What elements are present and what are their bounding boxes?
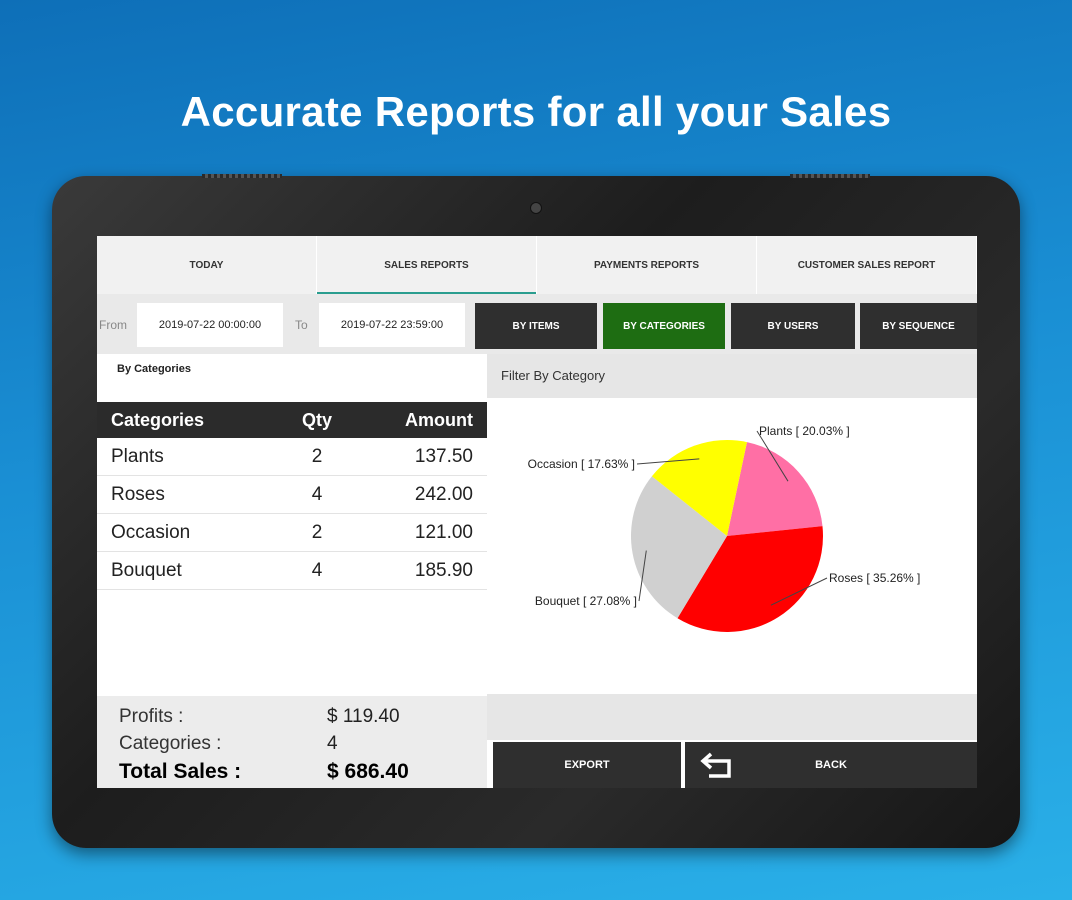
tablet-frame: TODAY SALES REPORTS PAYMENTS REPORTS CUS… <box>52 174 1020 848</box>
chart-footer-band <box>487 694 977 740</box>
table-row[interactable]: Roses 4 242.00 <box>97 476 487 514</box>
chart-filter-title: Filter By Category <box>501 368 606 383</box>
header-qty: Qty <box>301 409 332 430</box>
cell-qty: 2 <box>311 521 323 543</box>
section-title: By Categories <box>117 363 191 375</box>
cell-category: Roses <box>111 483 165 505</box>
cell-amount: 121.00 <box>414 521 473 543</box>
by-users-button[interactable]: BY USERS <box>731 303 855 349</box>
header-amount: Amount <box>405 409 473 430</box>
cell-amount: 185.90 <box>414 559 473 581</box>
total-sales-label: Total Sales : <box>119 760 242 783</box>
profits-label: Profits : <box>119 706 184 727</box>
cell-qty: 4 <box>311 483 323 505</box>
cell-category: Occasion <box>111 521 191 543</box>
pie-label-plants: Plants [ 20.03% ] <box>759 424 850 438</box>
table-header: Categories Qty Amount <box>97 402 487 438</box>
back-label: BACK <box>815 759 847 771</box>
pie-label-occasion: Occasion [ 17.63% ] <box>528 457 635 471</box>
table-row[interactable]: Plants 2 137.50 <box>97 438 487 476</box>
by-categories-button[interactable]: BY CATEGORIES <box>603 303 725 349</box>
back-arrow-icon <box>700 752 731 778</box>
cell-amount: 242.00 <box>414 483 473 505</box>
from-date-field[interactable]: 2019-07-22 00:00:00 <box>137 303 283 347</box>
from-label: From <box>99 318 127 332</box>
headline: Accurate Reports for all your Sales <box>180 88 892 135</box>
cell-qty: 2 <box>311 445 323 467</box>
cell-qty: 4 <box>311 559 323 581</box>
categories-count-label: Categories : <box>119 733 222 754</box>
pie-label-roses: Roses [ 35.26% ] <box>829 571 920 585</box>
table-row[interactable]: Bouquet 4 185.90 <box>97 552 487 590</box>
camera-icon <box>530 202 542 214</box>
speaker-grille <box>202 174 282 178</box>
to-date-field[interactable]: 2019-07-22 23:59:00 <box>319 303 465 347</box>
tab-sales-reports[interactable]: SALES REPORTS <box>317 236 537 294</box>
export-button[interactable]: EXPORT <box>493 742 681 788</box>
tab-payments-reports[interactable]: PAYMENTS REPORTS <box>537 236 757 294</box>
profits-value: $ 119.40 <box>327 706 400 727</box>
pie-label-bouquet: Bouquet [ 27.08% ] <box>535 594 637 608</box>
app-screen: TODAY SALES REPORTS PAYMENTS REPORTS CUS… <box>97 236 977 788</box>
pie-chart: Plants [ 20.03% ] Roses [ 35.26% ] Bouquet… <box>528 424 920 632</box>
categories-count-value: 4 <box>327 733 338 754</box>
cell-category: Bouquet <box>111 559 182 581</box>
tab-customer-sales-report[interactable]: CUSTOMER SALES REPORT <box>757 236 977 294</box>
pie-chart-panel: Plants [ 20.03% ] Roses [ 35.26% ] Bouquet… <box>487 398 977 694</box>
tab-today[interactable]: TODAY <box>97 236 317 294</box>
filter-bar: From 2019-07-22 00:00:00 To 2019-07-22 2… <box>97 294 977 354</box>
cell-category: Plants <box>111 445 164 467</box>
header-categories: Categories <box>111 409 205 430</box>
speaker-grille <box>790 174 870 178</box>
by-items-button[interactable]: BY ITEMS <box>475 303 597 349</box>
categories-table: Categories Qty Amount Plants 2 137.50 Ro… <box>97 402 487 590</box>
chart-filter-header: Filter By Category <box>487 354 977 398</box>
back-button[interactable]: BACK <box>685 742 977 788</box>
cell-amount: 137.50 <box>414 445 473 467</box>
table-row[interactable]: Occasion 2 121.00 <box>97 514 487 552</box>
sales-summary: Profits : $ 119.40 Categories : 4 Total … <box>97 696 487 788</box>
by-sequence-button[interactable]: BY SEQUENCE <box>860 303 977 349</box>
to-label: To <box>295 318 308 332</box>
report-tabs: TODAY SALES REPORTS PAYMENTS REPORTS CUS… <box>97 236 977 294</box>
total-sales-value: $ 686.40 <box>327 760 409 783</box>
